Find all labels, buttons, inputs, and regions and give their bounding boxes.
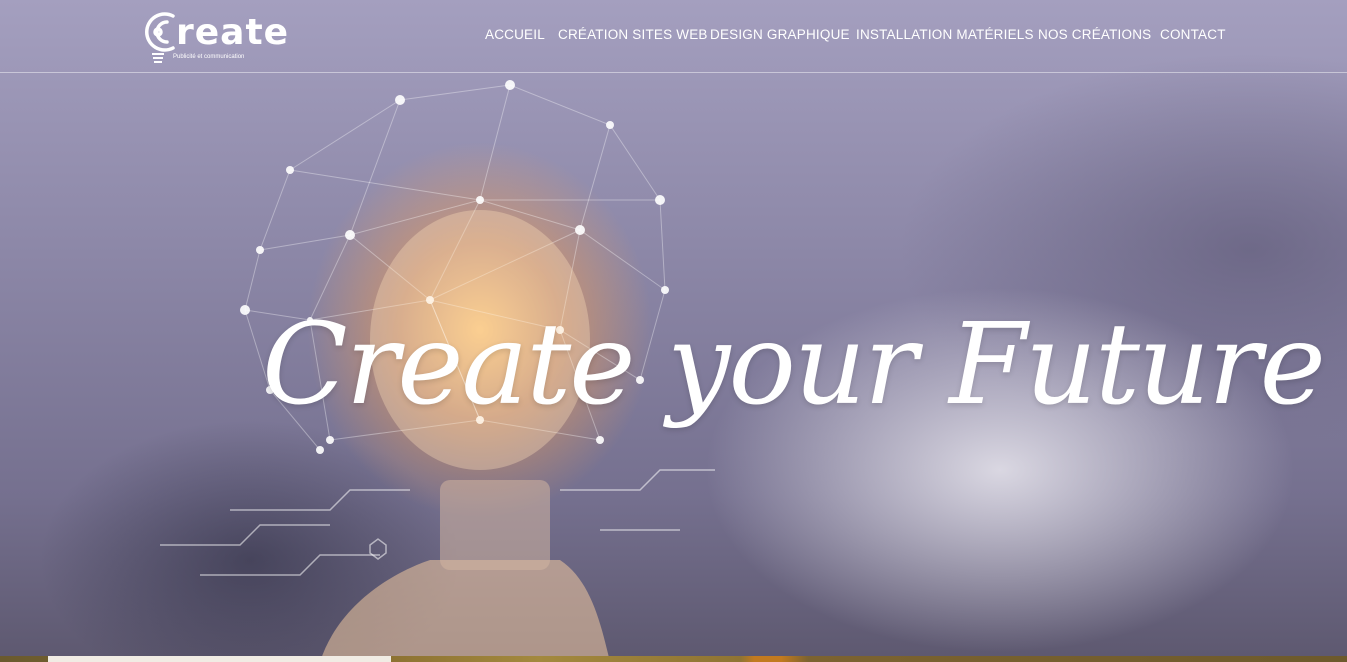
site-header: reate Publicité et communication ACCUEIL… bbox=[0, 0, 1347, 73]
bottom-color-strip bbox=[0, 656, 1347, 662]
main-navigation: ACCUEIL CRÉATION SITES WEB DESIGN GRAPHI… bbox=[0, 27, 1347, 47]
logo-tagline: Publicité et communication bbox=[173, 54, 245, 60]
nav-item-installation-materiels[interactable]: INSTALLATION MATÉRIELS bbox=[856, 27, 1034, 42]
nav-item-accueil[interactable]: ACCUEIL bbox=[485, 27, 545, 42]
hero-headline: Create your Future bbox=[262, 300, 1326, 430]
nav-item-design-graphique[interactable]: DESIGN GRAPHIQUE bbox=[710, 27, 850, 42]
nav-item-creation-sites-web[interactable]: CRÉATION SITES WEB bbox=[558, 27, 708, 42]
bottom-strip-highlight bbox=[48, 656, 391, 662]
nav-item-nos-creations[interactable]: NOS CRÉATIONS bbox=[1038, 27, 1151, 42]
nav-item-contact[interactable]: CONTACT bbox=[1160, 27, 1226, 42]
